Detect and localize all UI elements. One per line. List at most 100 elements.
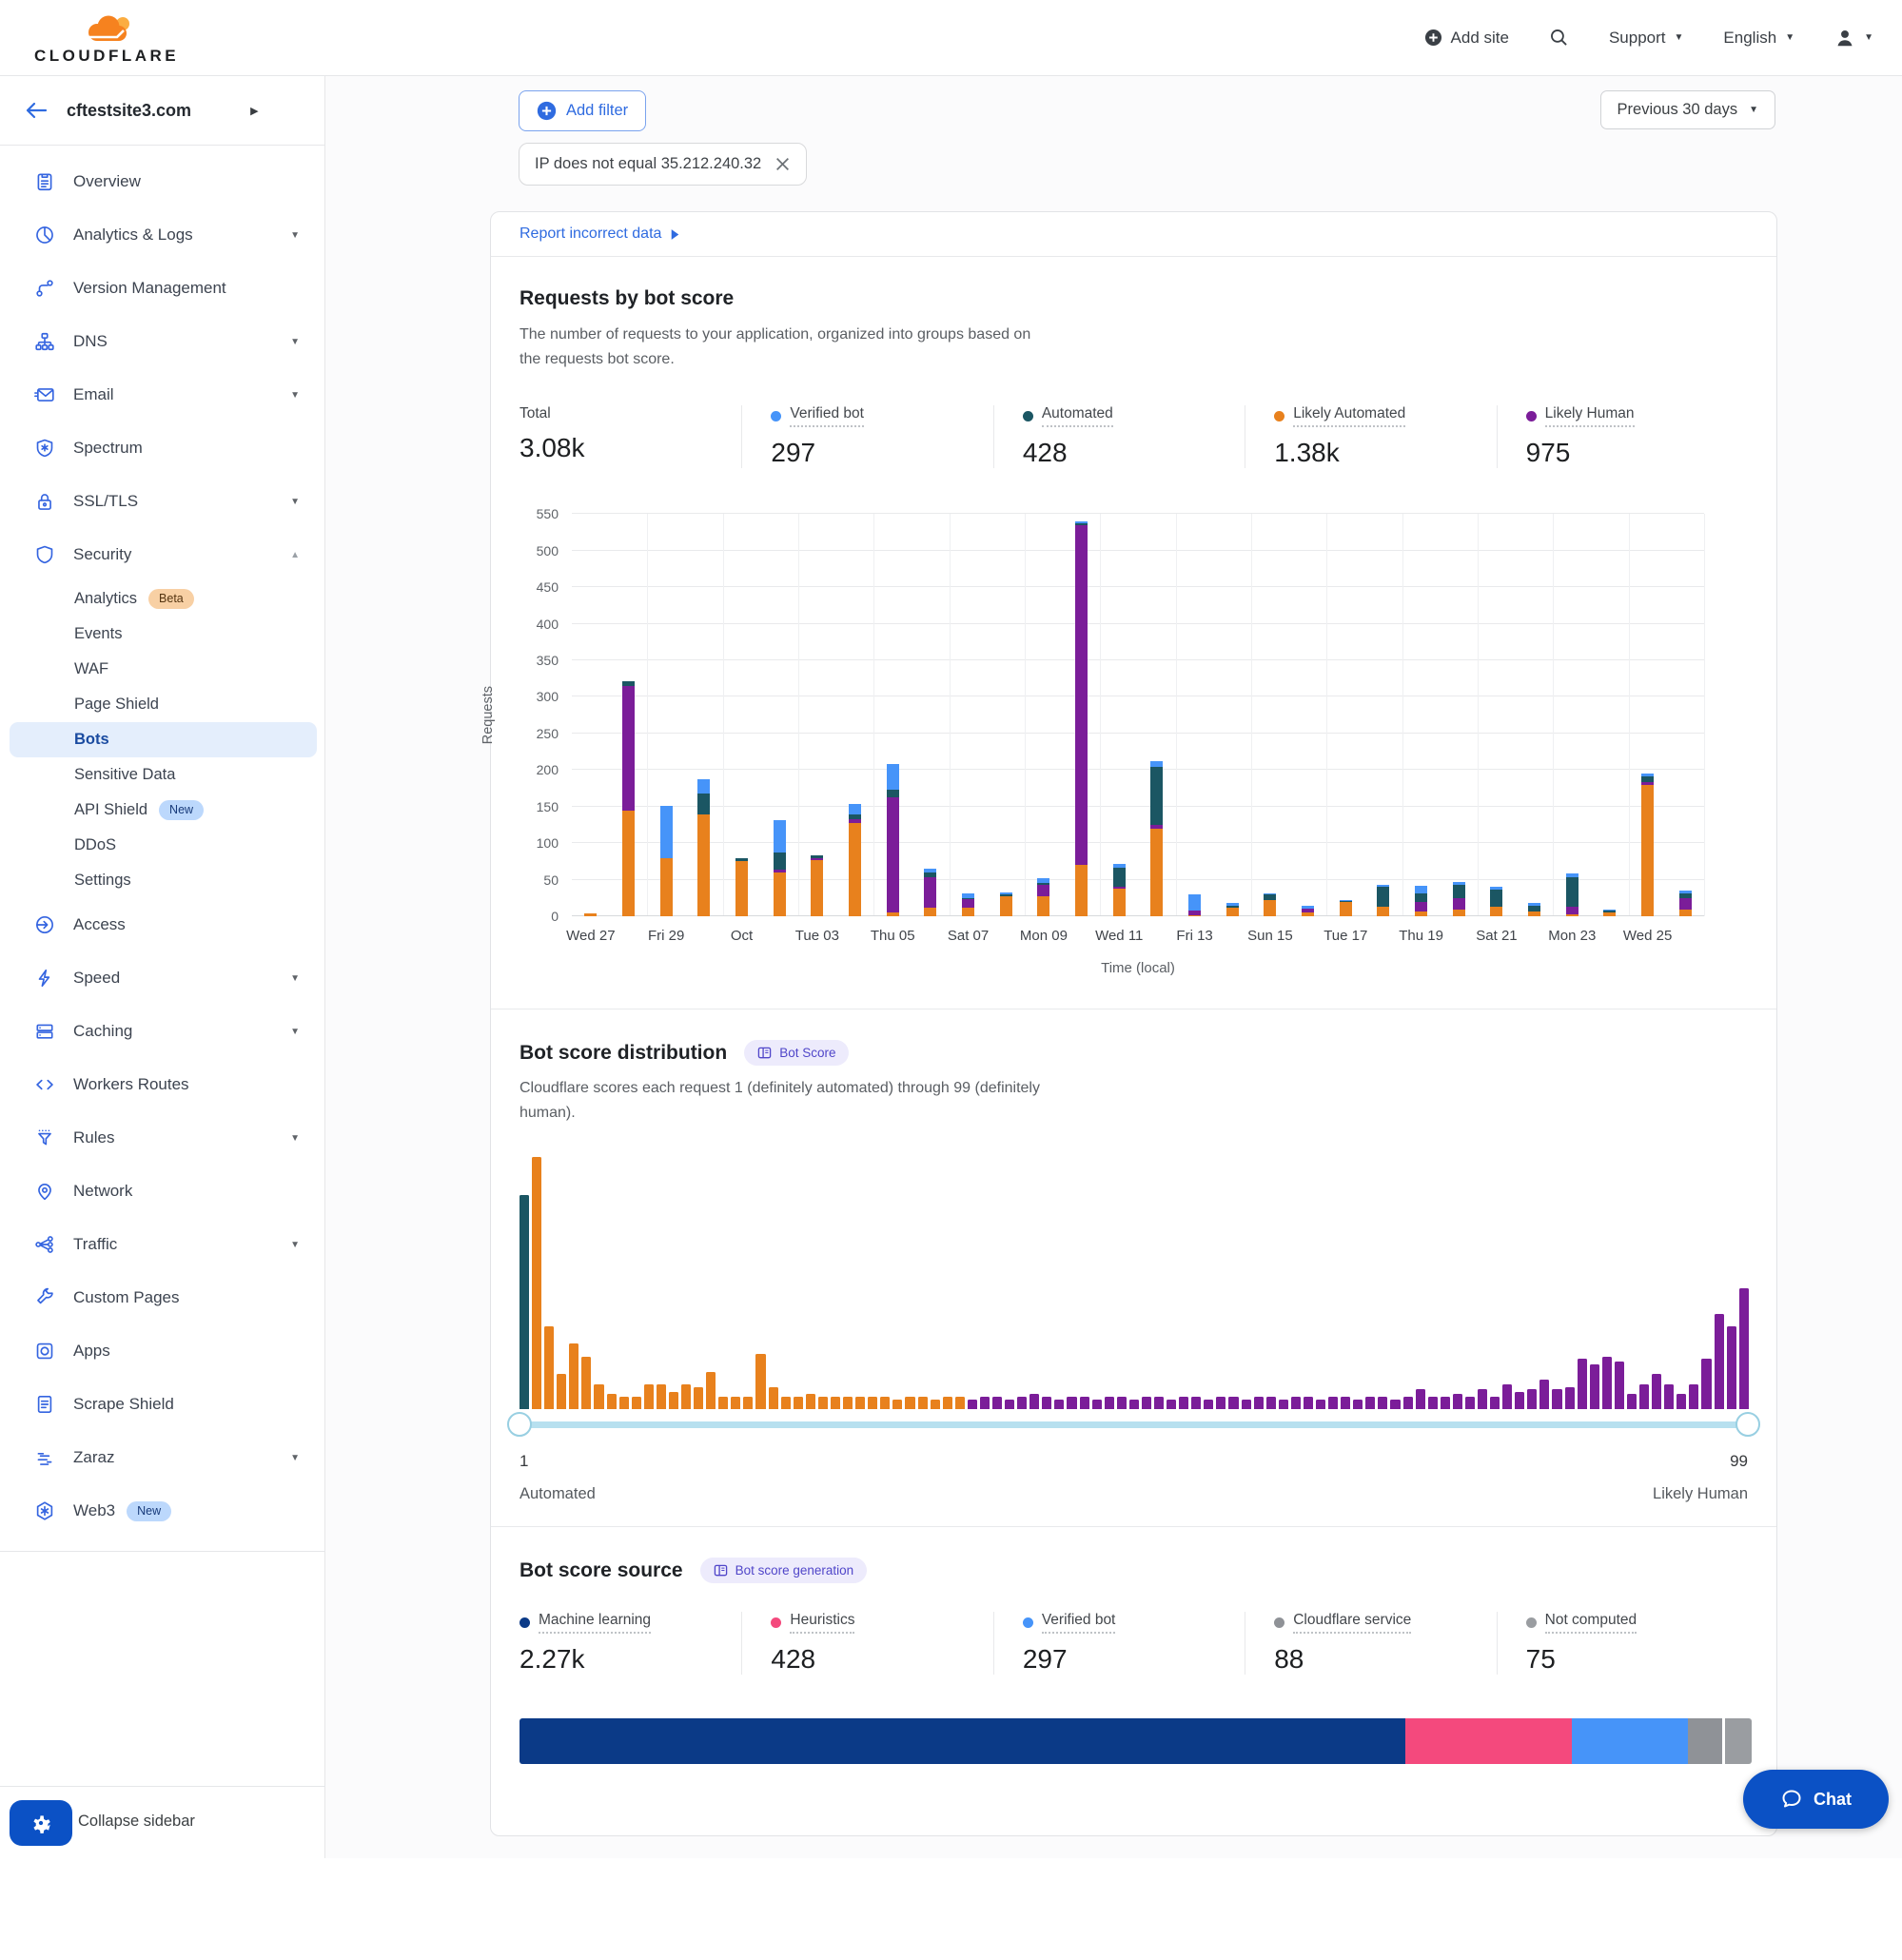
bot-score-badge[interactable]: Bot Score [744, 1040, 849, 1066]
sidebar-subitem-settings[interactable]: Settings [0, 863, 324, 898]
sidebar-item-analytics-logs[interactable]: Analytics & Logs▼ [0, 208, 324, 262]
cloudflare-logo[interactable]: CLOUDFLARE [34, 10, 179, 66]
sidebar-item-version-management[interactable]: Version Management [0, 262, 324, 315]
histogram-bar-score-90 [1627, 1394, 1637, 1409]
sidebar-item-scrape-shield[interactable]: Scrape Shield [0, 1378, 324, 1431]
stacked-bar[interactable] [1150, 761, 1163, 916]
stat-term-link[interactable]: Likely Automated [1293, 405, 1405, 427]
remove-filter-icon[interactable] [775, 156, 791, 172]
sidebar-subitem-events[interactable]: Events [0, 617, 324, 652]
sidebar-subitem-analytics[interactable]: AnalyticsBeta [0, 581, 324, 617]
stacked-bar[interactable] [1641, 774, 1654, 916]
stat-term-link[interactable]: Automated [1042, 405, 1113, 427]
stacked-bar[interactable] [1490, 887, 1502, 916]
stat-term-link[interactable]: Verified bot [790, 405, 864, 427]
filter-chip[interactable]: IP does not equal 35.212.240.32 [519, 143, 807, 186]
slider-handle-max[interactable] [1735, 1412, 1760, 1437]
stat-term-link[interactable]: Cloudflare service [1293, 1612, 1411, 1634]
stacked-bar[interactable] [697, 779, 710, 917]
stacked-bar[interactable] [1340, 900, 1352, 917]
sidebar-subitem-bots[interactable]: Bots [10, 722, 317, 757]
source-stats-row: Machine learning2.27kHeuristics428Verifi… [520, 1612, 1748, 1675]
sidebar-item-email[interactable]: Email▼ [0, 368, 324, 421]
stacked-bar[interactable] [1453, 882, 1465, 916]
sidebar-item-security[interactable]: Security▲ [0, 528, 324, 581]
sidebar-subitem-api-shield[interactable]: API ShieldNew [0, 793, 324, 828]
sidebar-item-workers-routes[interactable]: Workers Routes [0, 1058, 324, 1111]
sidebar-item-web3[interactable]: Web3New [0, 1484, 324, 1538]
stacked-bar[interactable] [735, 858, 748, 916]
stacked-bar[interactable] [887, 764, 899, 916]
site-name[interactable]: cftestsite3.com [67, 101, 191, 121]
back-arrow-icon[interactable] [25, 101, 48, 120]
stat-term-link[interactable]: Verified bot [1042, 1612, 1116, 1634]
sidebar-item-zaraz[interactable]: Zaraz▼ [0, 1431, 324, 1484]
sidebar-item-rules[interactable]: Rules▼ [0, 1111, 324, 1165]
stacked-bar[interactable] [1302, 906, 1314, 917]
slider-track[interactable] [520, 1421, 1748, 1428]
sidebar-item-access[interactable]: Access [0, 898, 324, 951]
stat-term-link[interactable]: Machine learning [539, 1612, 651, 1634]
bar-segment [1490, 907, 1502, 916]
sidebar-item-custom-pages[interactable]: Custom Pages [0, 1271, 324, 1324]
sidebar-item-traffic[interactable]: Traffic▼ [0, 1218, 324, 1271]
date-range-dropdown[interactable]: Previous 30 days▼ [1600, 90, 1775, 129]
stat-term-link[interactable]: Heuristics [790, 1612, 854, 1634]
histogram-bar-score-76 [1453, 1394, 1462, 1409]
sidebar-item-apps[interactable]: Apps [0, 1324, 324, 1378]
sidebar-subitem-ddos[interactable]: DDoS [0, 828, 324, 863]
stacked-bar[interactable] [1528, 903, 1540, 916]
stacked-bar[interactable] [1000, 892, 1012, 916]
stacked-bar[interactable] [1113, 864, 1126, 916]
sidebar-item-ssl-tls[interactable]: SSL/TLS▼ [0, 475, 324, 528]
stacked-bar[interactable] [774, 820, 786, 916]
sidebar-item-caching[interactable]: Caching▼ [0, 1005, 324, 1058]
sidebar-subitem-waf[interactable]: WAF [0, 652, 324, 687]
histogram-bar-score-92 [1652, 1374, 1661, 1409]
chat-button[interactable]: Chat [1743, 1770, 1889, 1829]
slider-handle-min[interactable] [507, 1412, 532, 1437]
x-tick-label: Sat 21 [1476, 928, 1517, 944]
stacked-bar[interactable] [1377, 885, 1389, 916]
stacked-bar[interactable] [1264, 893, 1276, 916]
sidebar-item-dns[interactable]: DNS▼ [0, 315, 324, 368]
report-incorrect-data-link[interactable]: Report incorrect data [520, 225, 680, 243]
add-site-button[interactable]: Add site [1424, 29, 1509, 48]
support-menu[interactable]: Support▼ [1609, 29, 1683, 48]
sidebar-item-network[interactable]: Network [0, 1165, 324, 1218]
sidebar-item-overview[interactable]: Overview [0, 155, 324, 208]
site-switcher-chevron-icon[interactable]: ▶ [250, 105, 258, 117]
stacked-bar[interactable] [962, 893, 974, 916]
stacked-bar[interactable] [1415, 886, 1427, 916]
stacked-bar[interactable] [1037, 878, 1049, 916]
sidebar-subitem-page-shield[interactable]: Page Shield [0, 687, 324, 722]
histogram-bar-score-40 [1005, 1400, 1014, 1410]
collapse-sidebar-button[interactable]: Collapse sidebar [78, 1813, 195, 1831]
stacked-bar[interactable] [849, 804, 861, 916]
stacked-bar[interactable] [1566, 873, 1578, 916]
sidebar-subitem-sensitive-data[interactable]: Sensitive Data [0, 757, 324, 793]
language-menu[interactable]: English▼ [1723, 29, 1794, 48]
stacked-bar[interactable] [1603, 910, 1616, 917]
stat-term-link[interactable]: Likely Human [1545, 405, 1635, 427]
stacked-bar[interactable] [924, 869, 936, 916]
stacked-bar[interactable] [1188, 894, 1201, 916]
stacked-bar[interactable] [1679, 891, 1692, 916]
bar-slot-oct: Oct [723, 514, 761, 916]
stacked-bar[interactable] [1075, 521, 1088, 916]
sidebar-item-spectrum[interactable]: Spectrum [0, 421, 324, 475]
stacked-bar[interactable] [622, 681, 635, 917]
search-button[interactable] [1549, 28, 1569, 48]
stat-term-link[interactable]: Not computed [1545, 1612, 1637, 1634]
x-tick-label: Wed 11 [1095, 928, 1143, 944]
sidebar-item-speed[interactable]: Speed▼ [0, 951, 324, 1005]
stacked-bar[interactable] [584, 913, 597, 916]
histogram-bar-score-95 [1689, 1384, 1698, 1410]
add-filter-button[interactable]: Add filter [519, 90, 646, 131]
stacked-bar[interactable] [811, 855, 823, 917]
stacked-bar[interactable] [1226, 903, 1239, 916]
account-menu[interactable]: ▼ [1834, 28, 1873, 49]
preferences-button[interactable] [10, 1800, 72, 1846]
bot-score-generation-badge[interactable]: Bot score generation [700, 1558, 868, 1583]
stacked-bar[interactable] [660, 806, 673, 916]
